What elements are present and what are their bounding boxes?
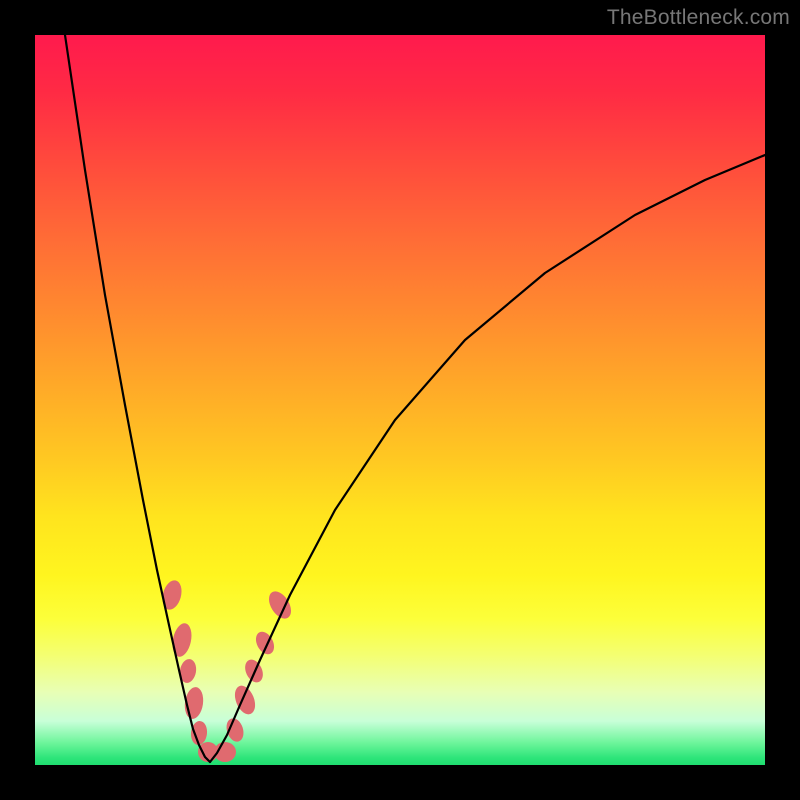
- left-branch-path: [65, 35, 210, 762]
- curve-layer: [35, 35, 765, 765]
- marker-blob: [252, 629, 277, 658]
- right-branch-path: [210, 155, 765, 762]
- watermark-text: TheBottleneck.com: [607, 6, 790, 30]
- plot-area: [35, 35, 765, 765]
- chart-frame: TheBottleneck.com: [0, 0, 800, 800]
- marker-blob: [231, 683, 259, 718]
- marker-blob: [224, 716, 247, 744]
